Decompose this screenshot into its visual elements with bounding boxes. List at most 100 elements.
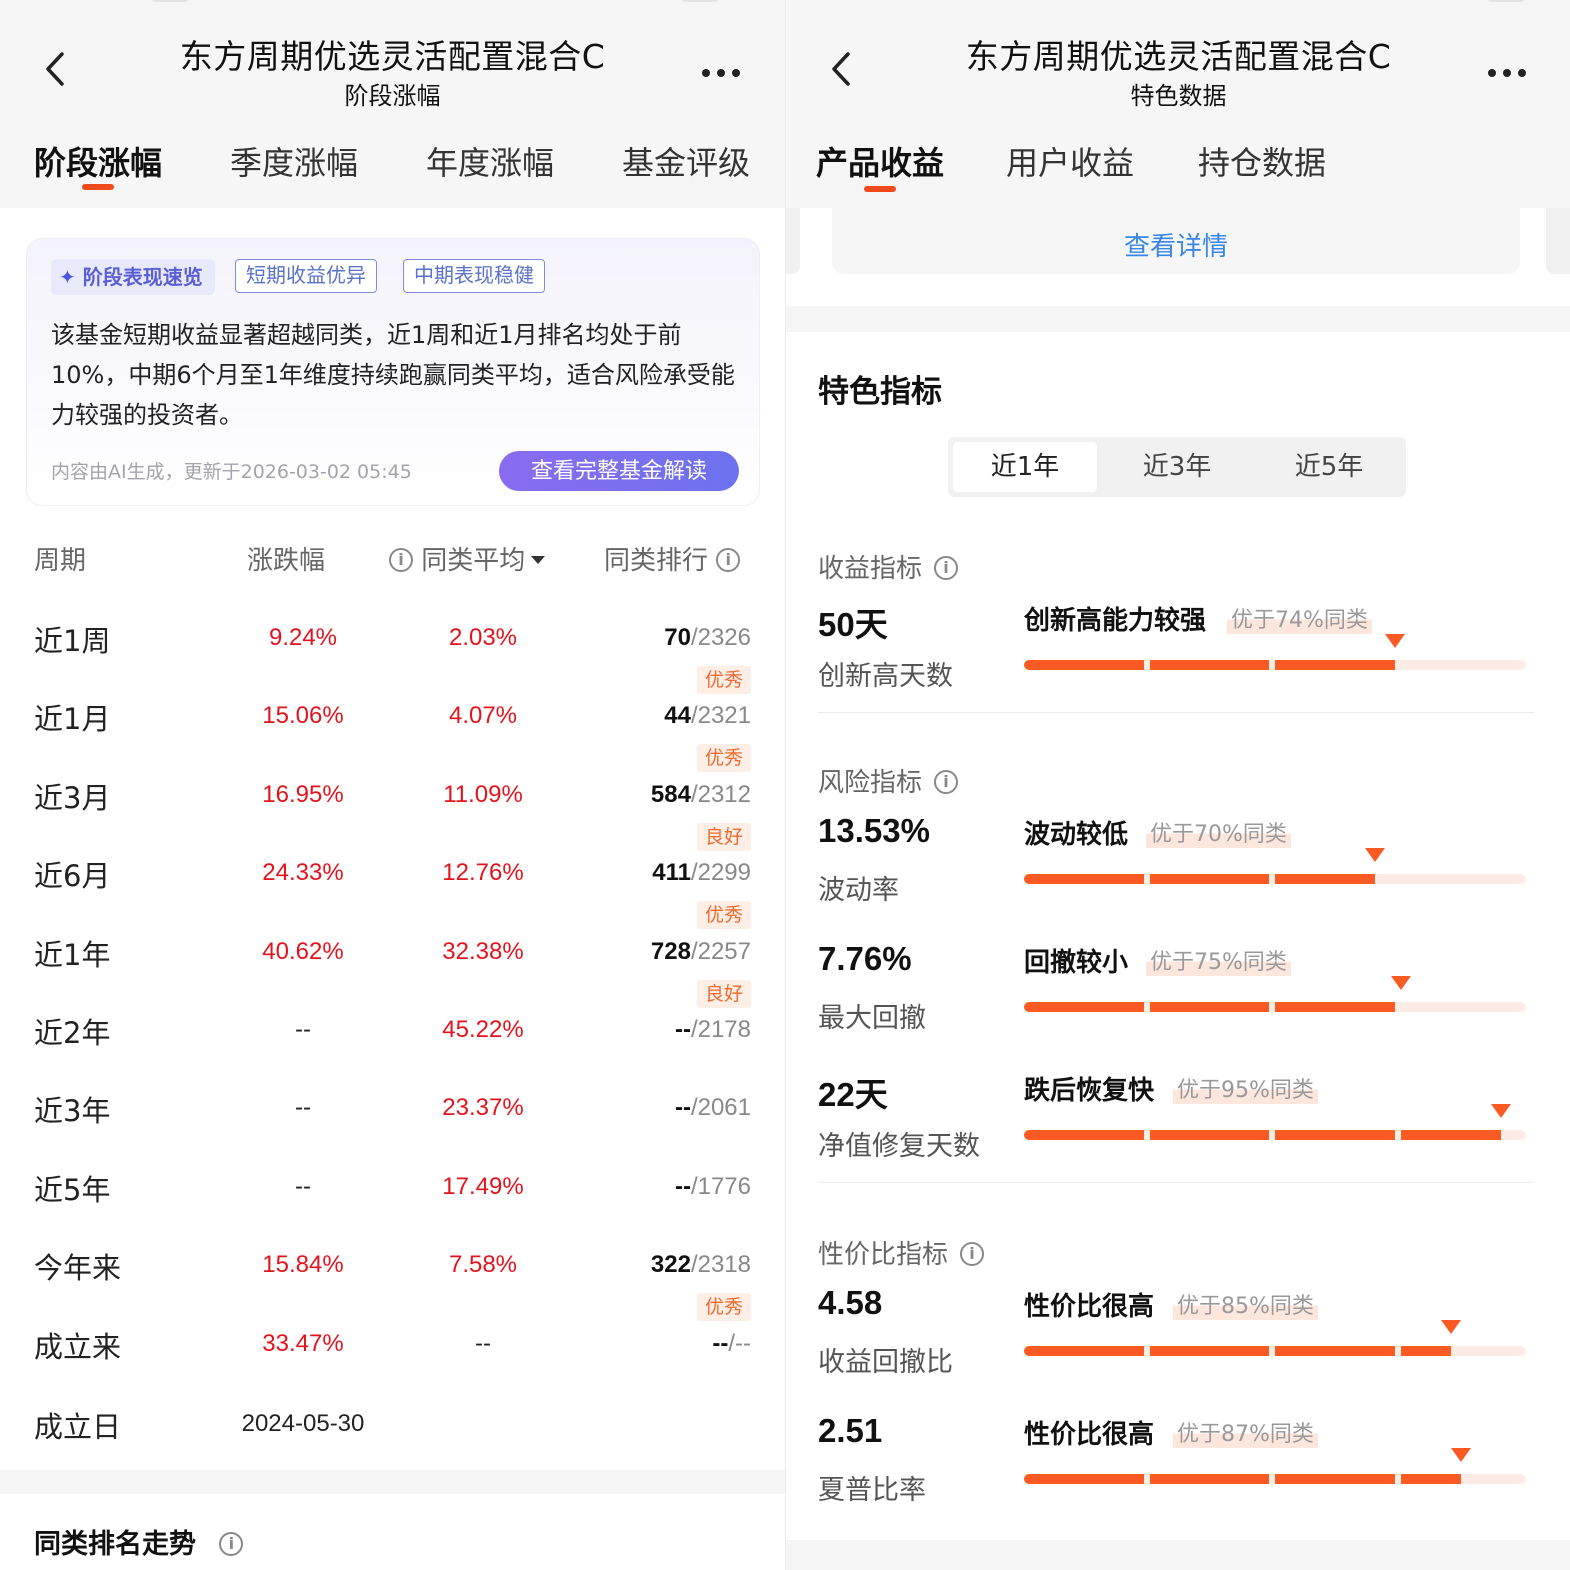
period-cell: 近2年 [34,1016,111,1050]
metric-value: 7.76% [818,940,912,977]
percentile-bar-segment [1149,660,1269,670]
info-icon[interactable]: i [934,555,959,580]
table-row[interactable]: 近1月 15.06% 4.07% 44/2321 优秀 [0,688,785,773]
sort-caret-icon[interactable] [531,555,546,564]
table-row[interactable]: 今年来 15.84% 7.58% 322/2318 优秀 [0,1237,785,1322]
peer-average-cell: 4.07% [448,702,518,730]
rank-value: 728 [650,937,691,965]
indicator-group-label: 风险指标 i [818,762,959,799]
table-row[interactable]: 近3年 -- 23.37% --/2061 [0,1080,785,1158]
tab-fund-rating[interactable]: 基金评级 [622,138,750,184]
rank-cell: 411/2299 [652,859,751,887]
more-options-icon[interactable] [698,56,746,90]
percentile-bar-segment [1024,1474,1144,1484]
percentile-bar-segment [1275,1130,1395,1140]
table-row[interactable]: 近5年 -- 17.49% --/1776 [0,1159,785,1237]
fund-title: 东方周期优选灵活配置混合C [179,37,606,76]
percentile-bar-segment [1149,1002,1269,1012]
info-icon[interactable]: i [219,1531,244,1556]
peer-average-cell: 32.38% [442,937,524,965]
info-icon[interactable]: i [716,547,741,572]
period-cell: 成立来 [34,1329,122,1364]
percentile-bar-segment [1024,1346,1144,1356]
rank-total: /1776 [690,1172,751,1200]
card-edge [1546,208,1570,274]
table-row[interactable]: 近1年 40.62% 32.38% 728/2257 良好 [0,924,785,1008]
info-icon[interactable]: i [934,769,959,794]
table-row[interactable]: 近6月 24.33% 12.76% 411/2299 优秀 [0,845,785,930]
percentile-bar-segment [1024,874,1144,884]
metric-name: 收益回撤比 [818,1347,953,1378]
rank-value: 584 [650,780,691,808]
table-row[interactable]: 近1周 9.24% 2.03% 70/2326 优秀 [0,610,785,694]
tab-annual-returns[interactable]: 年度涨幅 [426,138,554,184]
info-icon[interactable]: i [389,547,413,572]
full-analysis-button[interactable]: 查看完整基金解读 [499,451,739,491]
percentile-bar [1024,1104,1526,1140]
rank-cell: 44/2321 [664,702,751,730]
percentile-bar-segment [1024,1130,1144,1140]
rank-total: /2299 [690,859,751,887]
change-cell: 15.84% [262,1251,344,1279]
percentile-bar [1024,976,1526,1012]
tab-product-returns[interactable]: 产品收益 [816,138,944,184]
ai-chip-short-term: 短期收益优异 [235,259,377,293]
metric-value: 2.51 [818,1412,883,1449]
percentile-bar-segment [1275,874,1376,884]
period-5y-button[interactable]: 近5年 [1257,442,1401,492]
percentile-bar-segment [1400,1130,1501,1140]
percentile-bar [1024,848,1526,884]
ai-chip-mid-term: 中期表现稳健 [403,259,545,293]
indicator-group-label: 性价比指标 i [818,1234,985,1271]
rank-cell: --/2061 [675,1094,751,1122]
col-header-peer-rank: 同类排行 i [604,540,741,577]
percentile-bar [1024,1448,1526,1484]
col-header-peer-average-label: 同类平均 [421,546,526,576]
peer-comparison: 优于95%同类 [1173,1072,1318,1104]
period-1y-button[interactable]: 近1年 [953,442,1097,492]
period-cell: 近6月 [34,859,111,894]
period-3y-button[interactable]: 近3年 [1105,442,1249,492]
change-cell: 40.62% [262,937,344,965]
tab-bar: 产品收益 用户收益 持仓数据 [786,118,1570,208]
rank-total: /2326 [690,624,751,651]
table-row[interactable]: 成立来 33.47% -- --/-- [0,1316,785,1394]
active-tab-indicator [864,186,896,192]
period-selector: 近1年 近3年 近5年 [948,437,1406,497]
more-options-icon[interactable] [1484,56,1532,90]
tab-holdings-data[interactable]: 持仓数据 [1198,138,1326,184]
inception-label: 成立日 [34,1410,122,1444]
col-header-peer-average[interactable]: i 同类平均 [389,540,546,577]
peer-comparison: 优于87%同类 [1173,1416,1318,1448]
rank-total: /-- [728,1329,751,1357]
percentile-marker-icon [1450,1448,1471,1462]
tab-stage-returns[interactable]: 阶段涨幅 [34,138,162,184]
period-cell: 近5年 [34,1172,111,1207]
table-row[interactable]: 近3月 16.95% 11.09% 584/2312 良好 [0,767,785,851]
metric-assessment: 跌后恢复快 [1024,1076,1155,1106]
rank-total: /2061 [690,1094,751,1122]
period-cell: 近3年 [34,1094,111,1129]
info-icon[interactable]: i [960,1241,985,1266]
percentile-bar-segment [1275,1346,1395,1356]
rank-value: 70 [664,624,691,651]
percentile-bar-segment [1275,660,1395,670]
ai-summary-tag: ✦ 阶段表现速览 [51,259,215,295]
ai-summary-tag-label: 阶段表现速览 [82,265,203,289]
sparkle-icon: ✦ [59,265,76,289]
table-row[interactable]: 近2年 -- 45.22% --/2178 [0,1002,785,1080]
percentile-bar-segment [1149,1130,1269,1140]
percentile-bar-segment [1149,1474,1269,1484]
section-divider [786,1540,1570,1570]
percentile-bar-segment [1400,1346,1451,1356]
peer-average-cell: 12.76% [442,859,524,887]
tab-quarterly-returns[interactable]: 季度涨幅 [230,138,358,184]
percentile-marker-icon [1385,634,1406,648]
peer-average-cell: 23.37% [442,1094,524,1122]
percentile-bar-segment [1024,1002,1144,1012]
peer-comparison: 优于74%同类 [1227,602,1372,634]
rank-total: /2178 [690,1016,751,1043]
tab-user-returns[interactable]: 用户收益 [1006,138,1134,184]
percentile-marker-icon [1440,1320,1461,1334]
view-details-link[interactable]: 查看详情 [832,226,1520,263]
